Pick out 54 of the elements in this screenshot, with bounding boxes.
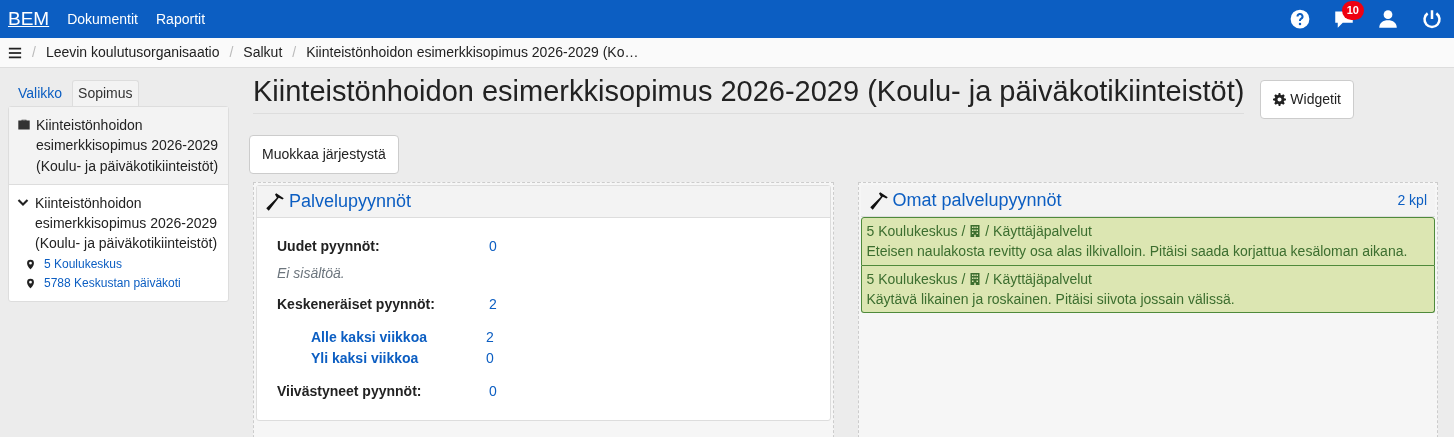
location-text: 5 Koulukeskus / [866, 269, 966, 289]
nav-link[interactable]: Raportit [156, 8, 206, 30]
widget-title[interactable]: Palvelupyynnöt [289, 188, 412, 215]
sidebar-tab[interactable]: Valikko [12, 80, 69, 106]
building-icon [969, 224, 982, 239]
breadcrumb-separator: / [292, 43, 297, 62]
location-pin-icon [25, 258, 36, 270]
reorder-button[interactable]: Muokkaa järjestystä [249, 135, 399, 174]
filter-link[interactable]: Yli kaksi viikkoa [311, 348, 486, 369]
building-icon [969, 271, 982, 286]
location-text: 5 Koulukeskus / [866, 222, 966, 241]
hammer-icon [868, 190, 889, 211]
row-label: Uudet pyynnöt: [277, 237, 381, 256]
request-item[interactable]: 5 Koulukeskus / / Käyttäjäpalvelut Käytävä likainen ja roskainen. Pitäisi siivota jossain välissä. [860, 265, 1435, 314]
count-link[interactable]: 0 [489, 236, 497, 257]
request-description: Käytävä likainen ja roskainen. Pitäisi siivota jossain välissä. [866, 289, 1236, 309]
breadcrumb-separator: / [229, 43, 234, 62]
breadcrumb-link[interactable]: Salkut [243, 42, 283, 63]
breadcrumb-link[interactable]: Kiinteistönhoidon esimerkkisopimus 2026-2029 (Ko… [306, 42, 639, 63]
count-link[interactable]: 0 [489, 381, 497, 402]
notification-badge: 10 [1341, 1, 1364, 20]
nav-link[interactable]: Dokumentit [67, 8, 138, 30]
empty-message: Ei sisältöä. [277, 264, 345, 283]
item-count: 2 kpl [1397, 191, 1427, 210]
briefcase-icon [17, 118, 31, 131]
request-description: Eteisen naulakosta revitty osa alas ilkivalloin. Pitäisi saada korjattua kesäloman aikana. [866, 242, 1409, 262]
row-label: Keskeneräiset pyynnöt: [277, 295, 436, 314]
category-text: / Käyttäjäpalvelut [985, 269, 1092, 289]
request-item[interactable]: 5 Koulukeskus / / Käyttäjäpalvelut Eteisen naulakosta revitty osa alas ilkivalloin. Pitäisi saada korjattua kesäloman aikana. [860, 217, 1435, 266]
user-icon[interactable] [1378, 9, 1398, 29]
contract-title: Kiinteistönhoidon esimerkkisopimus 2026-2029 (Koulu- ja päiväkotikiinteistöt) [36, 116, 220, 176]
breadcrumb-separator: / [32, 43, 36, 62]
widget-title[interactable]: Omat palvelupyynnöt [892, 187, 1062, 214]
breadcrumb-link[interactable]: Leevin koulutusorganisaatio [45, 42, 220, 63]
power-icon[interactable] [1422, 9, 1442, 29]
category-text: / Käyttäjäpalvelut [985, 222, 1092, 241]
count-link[interactable]: 2 [489, 294, 497, 315]
gear-icon [1273, 93, 1287, 106]
row-label: Viivästyneet pyynnöt: [277, 382, 423, 401]
location-pin-icon [25, 278, 36, 290]
hammer-icon [265, 191, 285, 212]
page-title: Kiinteistönhoidon esimerkkisopimus 2026-2029 (Koulu- ja päiväkotikiinteistöt) [253, 74, 1245, 114]
sidebar-tab[interactable]: Sopimus [72, 80, 139, 106]
menu-icon[interactable] [8, 45, 22, 60]
location-link[interactable]: 5788 Keskustan päiväkoti [44, 275, 181, 293]
widgets-button[interactable]: Widgetit [1260, 80, 1354, 119]
help-icon[interactable] [1290, 9, 1310, 29]
location-link[interactable]: 5 Koulukeskus [44, 255, 123, 274]
tree-node[interactable]: Kiinteistönhoidon esimerkkisopimus 2026-2029 (Koulu- ja päiväkotikiinteistöt) [35, 192, 220, 254]
count-link[interactable]: 0 [486, 348, 494, 369]
brand-logo[interactable]: BEM [8, 4, 50, 34]
chevron-down-icon[interactable] [17, 196, 29, 209]
filter-link[interactable]: Alle kaksi viikkoa [311, 327, 486, 348]
count-link[interactable]: 2 [486, 327, 494, 348]
